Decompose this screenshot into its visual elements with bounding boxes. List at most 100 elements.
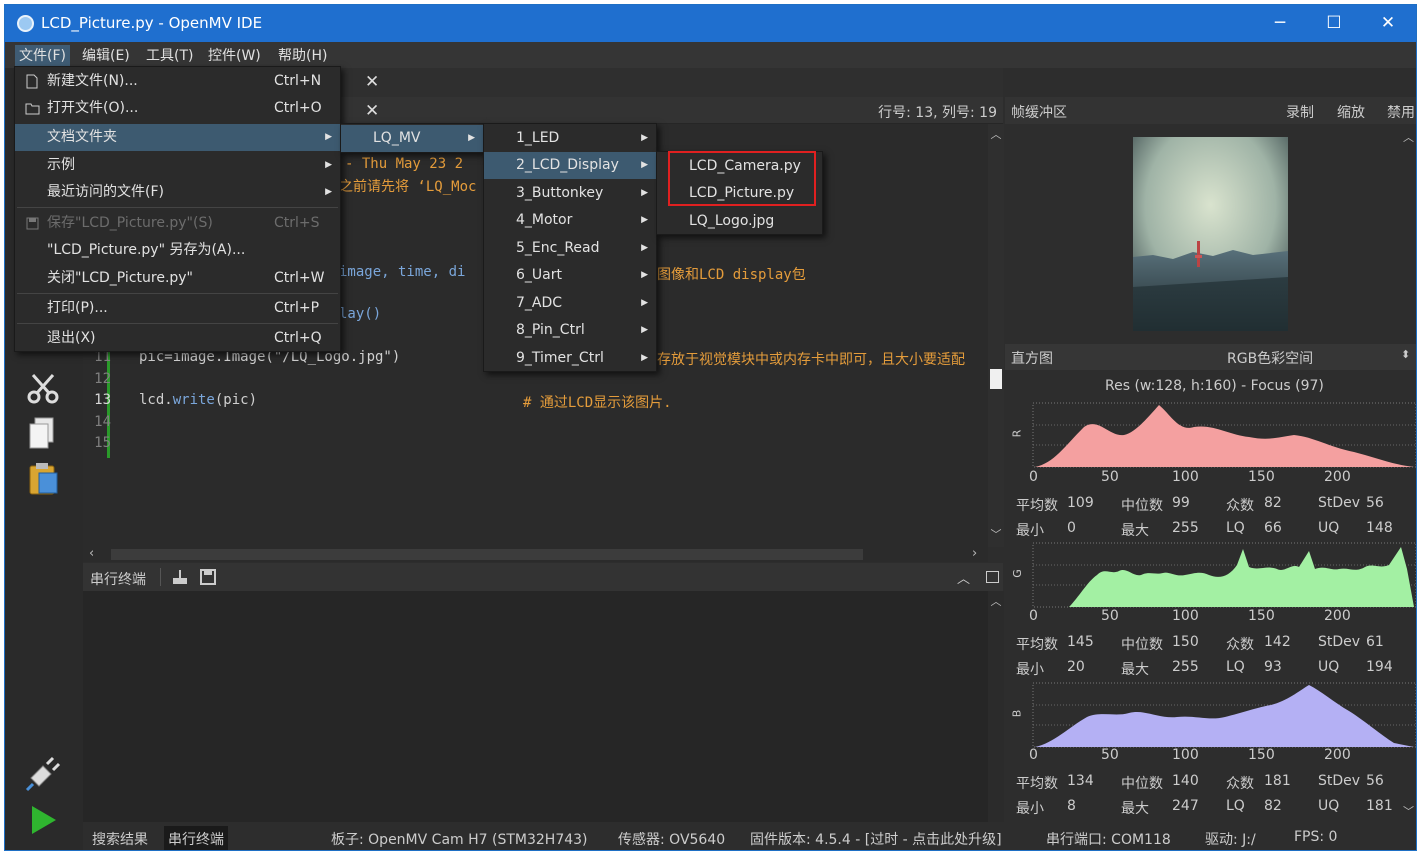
submenu-led[interactable]: 1_LED ▶ xyxy=(484,125,656,152)
menu-widgets[interactable]: 控件(W) xyxy=(204,45,265,67)
r-lq: 66 xyxy=(1264,520,1282,536)
axis-tick: 50 xyxy=(1101,747,1119,763)
submenu-timer-ctrl[interactable]: 9_Timer_Ctrl ▶ xyxy=(484,345,656,372)
menu-item-label: LQ_MV xyxy=(373,130,421,146)
submenu-enc-read[interactable]: 5_Enc_Read ▶ xyxy=(484,235,656,262)
menu-exit[interactable]: 退出(X) Ctrl+Q xyxy=(15,325,340,352)
close-button[interactable]: ✕ xyxy=(1361,5,1415,42)
editor-horizontal-scrollbar[interactable]: ‹ › xyxy=(83,546,988,562)
drive-info[interactable]: 驱动: J:/ xyxy=(1205,829,1256,849)
stat-label: 最大 xyxy=(1121,662,1149,678)
b-median: 140 xyxy=(1172,773,1199,789)
submenu-arrow-icon: ▶ xyxy=(641,215,648,225)
window-title: LCD_Picture.py - OpenMV IDE xyxy=(41,14,263,32)
menu-item-shortcut: Ctrl+W xyxy=(274,270,325,286)
record-button[interactable]: 录制 xyxy=(1286,102,1314,122)
menu-edit[interactable]: 编辑(E) xyxy=(78,45,134,67)
b-uq: 181 xyxy=(1366,798,1393,814)
serial-scroll-up-icon[interactable]: ︿ xyxy=(988,593,1004,609)
clear-terminal-icon[interactable] xyxy=(171,569,189,585)
axis-tick: 100 xyxy=(1172,747,1199,763)
serial-terminal-header: 串行终端 ︿ xyxy=(83,563,1003,591)
g-histogram xyxy=(1032,542,1416,608)
stat-label: 众数 xyxy=(1226,776,1254,792)
submenu-buttonkey[interactable]: 3_Buttonkey ▶ xyxy=(484,180,656,207)
tab-close-icon[interactable]: ✕ xyxy=(365,72,379,92)
menu-separator xyxy=(17,207,338,208)
menu-documents-folder[interactable]: 文档文件夹 ▶ xyxy=(15,124,340,151)
frame-buffer-title: 帧缓冲区 xyxy=(1011,105,1067,121)
scroll-down-icon[interactable]: ﹀ xyxy=(988,526,1004,542)
submenu-arrow-icon: ▶ xyxy=(325,132,332,142)
menu-open-file[interactable]: 打开文件(O)... Ctrl+O xyxy=(15,95,340,122)
zoom-button[interactable]: 缩放 xyxy=(1337,102,1365,122)
scroll-right-icon[interactable]: › xyxy=(972,546,977,561)
run-icon[interactable] xyxy=(25,802,61,838)
minimize-button[interactable]: ─ xyxy=(1253,5,1307,42)
right-scroll-down-icon[interactable]: ﹀ xyxy=(1403,803,1414,819)
menu-recent-files[interactable]: 最近访问的文件(F) ▶ xyxy=(15,179,340,206)
cut-icon[interactable] xyxy=(25,371,61,407)
editor-close-icon[interactable]: ✕ xyxy=(365,101,379,121)
save-log-icon[interactable] xyxy=(200,569,216,585)
axis-tick: 200 xyxy=(1324,747,1351,763)
b-mean: 134 xyxy=(1067,773,1094,789)
scroll-thumb[interactable] xyxy=(990,369,1002,389)
disable-button[interactable]: 禁用 xyxy=(1387,102,1415,122)
serial-port-info[interactable]: 串行端口: COM118 xyxy=(1046,829,1171,849)
code-line-13: lcd.write(pic) xyxy=(139,392,257,408)
b-histogram-area xyxy=(1035,685,1414,747)
maximize-button[interactable]: ☐ xyxy=(1307,5,1361,42)
editor-vertical-scrollbar[interactable]: ︿ ﹀ xyxy=(988,124,1004,547)
g-mean: 145 xyxy=(1067,634,1094,650)
axis-tick: 0 xyxy=(1029,747,1038,763)
colorspace-dropdown-icon[interactable]: ⬍ xyxy=(1401,348,1410,361)
menu-print[interactable]: 打印(P)... Ctrl+P xyxy=(15,295,340,322)
init-call: lay() xyxy=(339,306,382,322)
paste-icon[interactable] xyxy=(25,461,61,497)
submenu-lcd-display[interactable]: 2_LCD_Display ▶ xyxy=(484,152,656,179)
menu-new-file[interactable]: 新建文件(N)... Ctrl+N xyxy=(15,68,340,95)
axis-tick: 0 xyxy=(1029,469,1038,485)
copy-icon[interactable] xyxy=(25,415,61,451)
scroll-up-icon[interactable]: ︿ xyxy=(988,126,1004,142)
b-max: 247 xyxy=(1172,798,1199,814)
maximize-pane-icon[interactable] xyxy=(986,571,999,583)
colorspace-select[interactable]: RGB色彩空间 xyxy=(1227,348,1313,368)
menu-item-label: LQ_Logo.jpg xyxy=(689,213,775,229)
submenu-uart[interactable]: 6_Uart ▶ xyxy=(484,262,656,289)
submenu-arrow-icon: ▶ xyxy=(641,133,648,143)
serial-terminal-tab[interactable]: 串行终端 xyxy=(164,826,228,850)
menu-tools[interactable]: 工具(T) xyxy=(142,45,197,67)
menu-save-as[interactable]: "LCD_Picture.py" 另存为(A)... xyxy=(15,237,340,264)
scroll-left-icon[interactable]: ‹ xyxy=(89,546,94,561)
menu-item-label: 文档文件夹 xyxy=(47,129,117,145)
connect-icon[interactable] xyxy=(25,756,61,792)
submenu-motor[interactable]: 4_Motor ▶ xyxy=(484,207,656,234)
firmware-info[interactable]: 固件版本: 4.5.4 - [过时 - 点击此处升级] xyxy=(750,829,1002,849)
submenu-arrow-icon: ▶ xyxy=(325,187,332,197)
submenu-pin-ctrl[interactable]: 8_Pin_Ctrl ▶ xyxy=(484,317,656,344)
menu-help[interactable]: 帮助(H) xyxy=(274,45,331,67)
submenu-arrow-icon: ▶ xyxy=(641,160,648,170)
right-scroll-up-icon[interactable]: ︿ xyxy=(1403,129,1414,145)
horizontal-scroll-thumb[interactable] xyxy=(111,549,863,560)
menu-close-file[interactable]: 关闭"LCD_Picture.py" Ctrl+W xyxy=(15,265,340,292)
documents-submenu: LQ_MV ▶ xyxy=(340,123,484,153)
submenu-lq-mv[interactable]: LQ_MV ▶ xyxy=(341,125,483,152)
serial-terminal-output[interactable] xyxy=(83,591,988,822)
file-lq-logo[interactable]: LQ_Logo.jpg xyxy=(657,208,822,235)
g-uq: 194 xyxy=(1366,659,1393,675)
serial-scrollbar[interactable]: ︿ xyxy=(988,591,1004,822)
submenu-adc[interactable]: 7_ADC ▶ xyxy=(484,290,656,317)
g-stdev: 61 xyxy=(1366,634,1384,650)
collapse-up-icon[interactable]: ︿ xyxy=(957,568,970,587)
g-median: 150 xyxy=(1172,634,1199,650)
submenu-arrow-icon: ▶ xyxy=(641,353,648,363)
menu-file[interactable]: 文件(F) xyxy=(15,45,70,67)
menu-save[interactable]: 保存"LCD_Picture.py"(S) Ctrl+S xyxy=(15,210,340,237)
stat-label: 中位数 xyxy=(1121,637,1163,653)
stat-label: 中位数 xyxy=(1121,498,1163,514)
search-results-tab[interactable]: 搜索结果 xyxy=(92,829,148,849)
menu-examples[interactable]: 示例 ▶ xyxy=(15,152,340,179)
